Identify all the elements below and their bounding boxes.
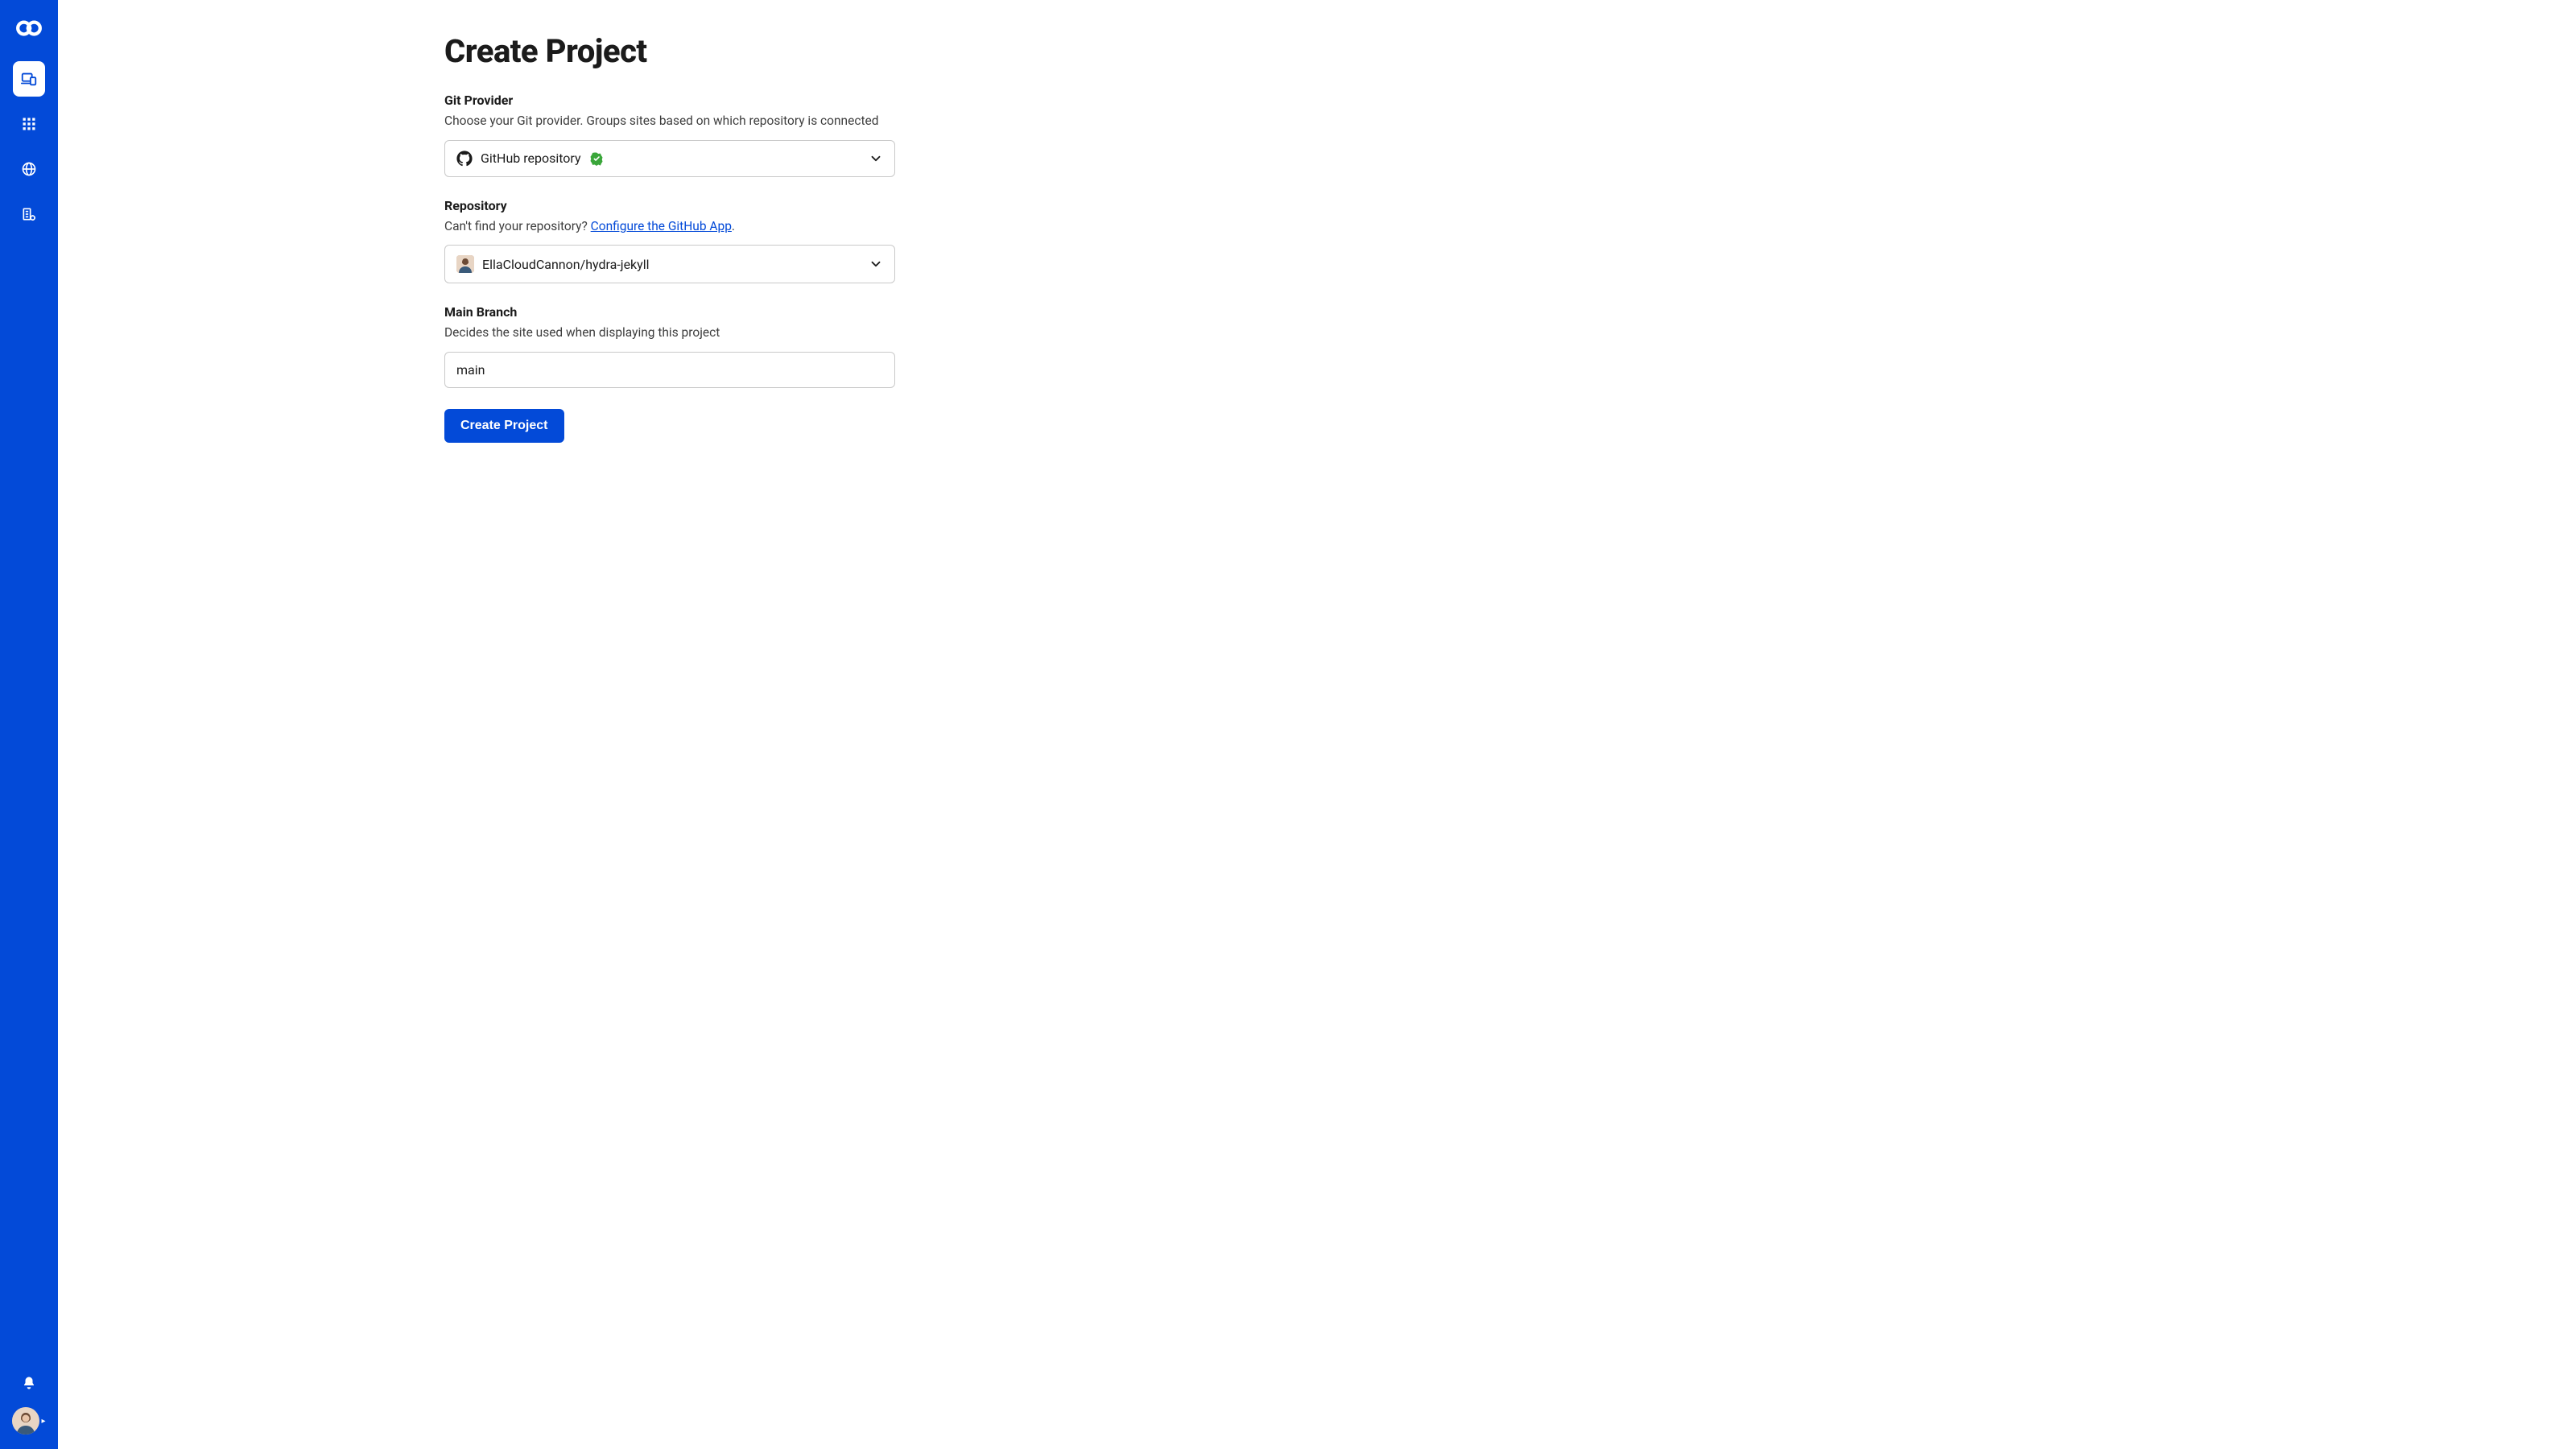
devices-icon (20, 70, 38, 88)
main-branch-help: Decides the site used when displaying th… (444, 324, 895, 342)
git-provider-help: Choose your Git provider. Groups sites b… (444, 113, 895, 130)
nav-notifications[interactable] (13, 1367, 45, 1399)
user-avatar (12, 1407, 39, 1435)
nav-domains[interactable] (13, 151, 45, 187)
bell-icon (22, 1376, 36, 1390)
sidebar: ▸ (0, 0, 58, 1449)
git-provider-value: GitHub repository (481, 151, 581, 166)
configure-github-app-link[interactable]: Configure the GitHub App (591, 219, 732, 233)
repository-help: Can't find your repository? Configure th… (444, 218, 895, 236)
field-repository: Repository Can't find your repository? C… (444, 198, 895, 284)
building-gear-icon (21, 206, 37, 222)
main-content: Create Project Git Provider Choose your … (58, 0, 2576, 1449)
github-icon (456, 151, 473, 167)
avatar-image (12, 1407, 39, 1435)
main-branch-input[interactable] (456, 362, 883, 378)
app-logo (15, 14, 43, 42)
repository-label: Repository (444, 198, 895, 213)
nav-apps[interactable] (13, 106, 45, 142)
avatar-image (456, 255, 474, 273)
globe-icon (21, 161, 37, 177)
repository-help-prefix: Can't find your repository? (444, 219, 591, 233)
nav-org-settings[interactable] (13, 196, 45, 232)
repository-value: EllaCloudCannon/hydra-jekyll (482, 257, 650, 272)
main-branch-label: Main Branch (444, 304, 895, 320)
repository-help-suffix: . (732, 219, 735, 233)
field-main-branch: Main Branch Decides the site used when d… (444, 304, 895, 388)
verified-badge-icon (589, 151, 604, 166)
caret-right-icon: ▸ (41, 1417, 45, 1426)
git-provider-label: Git Provider (444, 93, 895, 108)
git-provider-select[interactable]: GitHub repository (444, 140, 895, 177)
repository-select[interactable]: EllaCloudCannon/hydra-jekyll (444, 245, 895, 283)
chevron-down-icon (869, 151, 883, 166)
nav-account[interactable]: ▸ (12, 1407, 45, 1435)
repo-owner-avatar (456, 255, 474, 273)
nav-projects[interactable] (13, 61, 45, 97)
field-git-provider: Git Provider Choose your Git provider. G… (444, 93, 895, 177)
create-project-button[interactable]: Create Project (444, 409, 564, 443)
main-branch-input-wrap (444, 352, 895, 388)
nav-items (0, 61, 58, 232)
create-project-form: Create Project Git Provider Choose your … (444, 32, 895, 443)
cloudcannon-logo-icon (15, 14, 43, 42)
grid-icon (21, 116, 37, 132)
page-title: Create Project (444, 32, 895, 70)
chevron-down-icon (869, 257, 883, 271)
